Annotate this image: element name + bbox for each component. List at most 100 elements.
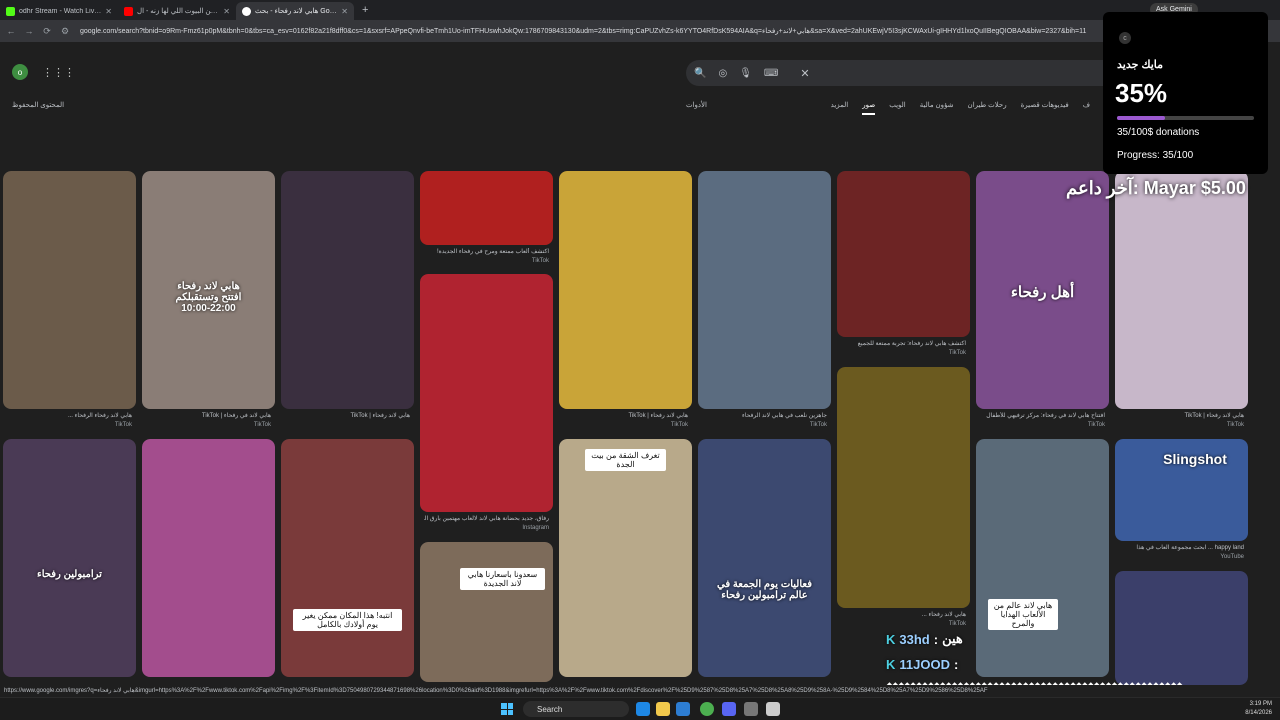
result-source: TikTok xyxy=(531,258,549,264)
clear-icon[interactable]: ✕ xyxy=(800,67,809,80)
new-tab-button[interactable]: + xyxy=(354,4,376,16)
windows-taskbar: Search 3:19 PM 8/14/2026 xyxy=(0,697,1280,720)
filter-web[interactable]: الويب xyxy=(889,101,906,115)
taskbar-search-label: Search xyxy=(537,704,563,714)
image-result[interactable]: رفاق، جديد بحضانة هابي لاند لالعاب مهتمي… xyxy=(420,274,553,536)
result-caption: هابي لاند رفحاء | TikTok xyxy=(628,413,688,419)
widgets-icon[interactable] xyxy=(636,702,650,716)
overlay-text: تغرف الشقة من بيت الجدة xyxy=(585,449,666,471)
result-source: TikTok xyxy=(670,422,688,428)
image-result[interactable]: أهل رفحاء افتتاح هابي لاند في رفحاء: مرك… xyxy=(976,171,1109,433)
chrome-icon[interactable] xyxy=(700,702,714,716)
close-icon[interactable]: ✕ xyxy=(223,7,230,16)
overlay-text: ترامبولين رفحاء xyxy=(37,569,102,580)
obs-icon[interactable] xyxy=(766,702,780,716)
image-result[interactable]: انتبه! هذا المكان ممكن يغير يوم أولادك ب… xyxy=(281,439,414,685)
overlay-text: هابي لاند عالم من الألعاب الهدايا والمرح xyxy=(988,599,1058,630)
result-source: TikTok xyxy=(253,422,271,428)
overlay-text: هابي لاند رفحاء افتتح وتستقبلكم 10:00-22… xyxy=(175,281,242,314)
filter-more[interactable]: المزيد xyxy=(831,101,849,115)
windows-start-icon[interactable] xyxy=(501,703,513,715)
result-thumbnail xyxy=(837,367,970,608)
result-thumbnail xyxy=(420,542,553,682)
donation-goal-widget: c مايك جديد 35% 35/100$ donations Progre… xyxy=(1103,12,1268,174)
image-result[interactable]: Slingshot happy land ... ابحث مجموعة الع… xyxy=(1115,439,1248,565)
overlay-text: سعدونا باسعارنا هابي لاند الجديدة xyxy=(460,568,545,590)
filter-finance[interactable]: شؤون مالية xyxy=(920,101,954,115)
image-result[interactable]: جاهزين نلعب في هابي لاند الرفحاء TikTok xyxy=(698,171,831,433)
image-result[interactable] xyxy=(142,439,275,685)
overlay-text: فعاليات يوم الجمعة في عالم ترامبولين رفح… xyxy=(716,579,812,601)
apps-grid-icon[interactable]: ⋮⋮⋮ xyxy=(42,66,75,79)
image-result[interactable]: تغرف الشقة من بيت الجدة xyxy=(559,439,692,685)
filter-flights[interactable]: رحلات طيران xyxy=(968,101,1007,115)
clock-date: 8/14/2026 xyxy=(1245,710,1272,716)
mic-icon[interactable]: 🎙 xyxy=(739,68,752,79)
chat-message: K 11JOOD : xyxy=(886,657,958,672)
image-result[interactable]: سعدونا باسعارنا هابي لاند الجديدة xyxy=(420,542,553,685)
goal-donations: 35/100$ donations xyxy=(1117,127,1200,138)
result-thumbnail xyxy=(281,171,414,409)
reload-icon[interactable]: ⟳ xyxy=(40,26,54,37)
result-caption: هابي لاند رفحاء ... xyxy=(921,612,966,618)
url-field[interactable]: google.com/search?tbnid=o9Rm-Fmz61p0pM&t… xyxy=(80,27,1120,35)
image-result[interactable]: فعاليات يوم الجمعة في عالم ترامبولين رفح… xyxy=(698,439,831,685)
result-thumbnail xyxy=(3,439,136,677)
forward-icon[interactable]: → xyxy=(22,26,36,36)
tools-button[interactable]: الأدوات xyxy=(686,101,707,109)
filter-images[interactable]: صور xyxy=(862,101,876,115)
image-result[interactable]: ترامبولين رفحاء xyxy=(3,439,136,685)
result-thumbnail xyxy=(559,171,692,409)
keyboard-icon[interactable]: ⌨ xyxy=(764,68,778,79)
result-caption: اكتشف هابي لاند رفحاء: تجربة ممتعة للجمي… xyxy=(857,341,966,347)
site-info-icon[interactable]: ⚙ xyxy=(58,26,72,37)
goal-percent: 35% xyxy=(1115,78,1168,108)
result-caption: هابي لاند في رفحاء | TikTok xyxy=(201,413,271,419)
image-result[interactable]: اكتشف هابي لاند رفحاء: تجربة ممتعة للجمي… xyxy=(837,171,970,361)
image-result[interactable]: هابي لاند رفحاء ... TikTok xyxy=(837,367,970,632)
result-thumbnail xyxy=(420,274,553,512)
system-clock[interactable]: 3:19 PM 8/14/2026 xyxy=(1245,700,1272,718)
tab-kick[interactable]: odhr Stream - Watch Live on Ki ✕ xyxy=(0,2,118,20)
search-box[interactable]: 🔍 ◎ 🎙 ⌨ ✕ xyxy=(686,60,1106,86)
store-icon[interactable] xyxy=(676,702,690,716)
tab-title: يا دار وين البيوت اللي لها زنه - ال xyxy=(137,8,219,15)
chat-text: هين xyxy=(942,631,963,646)
goal-progress-bar xyxy=(1117,116,1254,120)
result-caption: رفاق، جديد بحضانة هابي لاند لالعاب مهتمي… xyxy=(424,516,549,522)
image-result[interactable]: هابي لاند رفحاء | TikTok TikTok xyxy=(559,171,692,433)
tab-google[interactable]: هابي لاند رفحاء - بحث Google ✕ xyxy=(236,2,354,20)
image-result[interactable]: هابي لاند رفحاء | TikTok TikTok xyxy=(1115,171,1248,433)
search-icon[interactable]: 🔍 xyxy=(694,68,706,79)
tab-youtube[interactable]: يا دار وين البيوت اللي لها زنه - ال ✕ xyxy=(118,2,236,20)
chat-separator: : xyxy=(933,631,939,647)
image-result[interactable]: هابي لاند عالم من الألعاب الهدايا والمرح xyxy=(976,439,1109,685)
clock-time: 3:19 PM xyxy=(1249,701,1272,707)
taskbar-search[interactable]: Search xyxy=(523,701,629,717)
back-icon[interactable]: ← xyxy=(4,26,18,36)
youtube-icon xyxy=(124,6,133,16)
result-thumbnail xyxy=(420,171,553,245)
image-result[interactable]: هابي لاند رفحاء | TikTok xyxy=(281,171,414,433)
filter-cut[interactable]: ف xyxy=(1083,101,1090,115)
close-icon[interactable]: ✕ xyxy=(341,7,348,16)
result-source: TikTok xyxy=(1226,422,1244,428)
image-result[interactable]: هابي لاند رفحاء افتتح وتستقبلكم 10:00-22… xyxy=(142,171,275,433)
result-thumbnail xyxy=(1115,571,1248,685)
avatar[interactable]: o xyxy=(12,64,28,80)
image-result[interactable]: هابي لاند رفحاء الرفحاء ... TikTok xyxy=(3,171,136,433)
app-icon[interactable] xyxy=(744,702,758,716)
chat-username: 11JOOD xyxy=(899,657,950,672)
result-caption: افتتاح هابي لاند في رفحاء: مركز ترفيهي ل… xyxy=(986,413,1105,419)
file-explorer-icon[interactable] xyxy=(656,702,670,716)
tab-title: odhr Stream - Watch Live on Ki xyxy=(19,7,101,15)
close-icon[interactable]: ✕ xyxy=(105,7,112,16)
last-donation-text: آخر داعم: Mayar $5.00 xyxy=(1066,178,1246,198)
result-source: YouTube xyxy=(1220,554,1244,560)
saved-content-link[interactable]: المحتوى المحفوظ xyxy=(12,101,64,109)
filter-short-videos[interactable]: فيديوهات قصيرة xyxy=(1021,101,1069,115)
discord-icon[interactable] xyxy=(722,702,736,716)
image-result[interactable]: اكتشف ألعاب ممتعة ومرح في رفحاء الجديدة!… xyxy=(420,171,553,269)
lens-icon[interactable]: ◎ xyxy=(718,68,727,79)
image-result[interactable] xyxy=(1115,571,1248,685)
